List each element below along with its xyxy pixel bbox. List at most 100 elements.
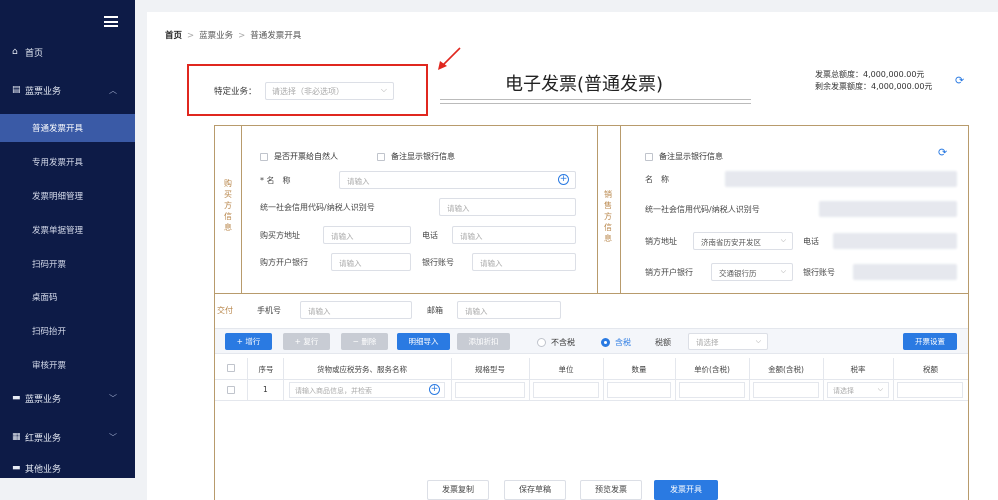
select-value: 交通银行历 [719, 269, 757, 278]
add-icon[interactable]: + [558, 174, 569, 185]
tax-excluded-radio[interactable]: 不含税 [537, 337, 575, 348]
placeholder: 请输入 [347, 177, 370, 186]
buyer-bank-label: 购方开户银行 [260, 258, 308, 267]
radio-label: 不含税 [551, 338, 575, 347]
unit-price-input[interactable] [679, 382, 745, 398]
buyer-address-label: 购买方地址 [260, 231, 300, 240]
unit-input[interactable] [533, 382, 599, 398]
row-index: 1 [263, 385, 268, 394]
sidebar-item-label: 发票单据管理 [32, 226, 84, 236]
card-icon: ▬ [12, 393, 21, 403]
copy-invoice-button[interactable]: 发票复制 [427, 480, 489, 500]
sidebar-item-scan-raise[interactable]: 扫码抬开 [0, 317, 135, 345]
sidebar-item-scan-issue[interactable]: 扫码开票 [0, 250, 135, 278]
placeholder: 请选择 [833, 387, 854, 395]
amount-input[interactable] [753, 382, 819, 398]
breadcrumb-home[interactable]: 首页 [165, 31, 182, 41]
chevron-up-icon: ︿ [109, 85, 117, 95]
buyer-phone-label: 电话 [422, 231, 438, 240]
seller-credit-label: 统一社会信用代码/纳税人识别号 [645, 205, 760, 214]
item-name-input[interactable]: 请输入商品信息，并检索 + [289, 382, 445, 398]
sidebar-item-blue-business[interactable]: ▬ 蓝票业务 ﹀ [0, 384, 135, 412]
col-header: 税率 [850, 365, 866, 374]
sidebar-item-detail-mgmt[interactable]: 发票明细管理 [0, 182, 135, 210]
row-tax-rate-select[interactable]: 请选择 ⌵ [827, 382, 889, 398]
buyer-address-input[interactable]: 请输入 [323, 226, 411, 244]
invoice-settings-button[interactable]: 开票设置 [903, 333, 957, 350]
sidebar-item-general-invoice[interactable]: 普通发票开具 [0, 114, 135, 142]
import-details-button[interactable]: 明细导入 [397, 333, 450, 350]
chevron-down-icon: ﹀ [109, 393, 117, 403]
select-value: 济南省历安开发区 [701, 238, 761, 247]
refresh-icon[interactable]: ⟳ [938, 146, 947, 159]
breadcrumb-blue[interactable]: 蓝票业务 [199, 31, 233, 41]
radio-label: 含税 [615, 338, 631, 347]
seller-address-select[interactable]: 济南省历安开发区 ⌵ [693, 232, 793, 250]
sidebar-item-label: 普通发票开具 [32, 124, 84, 134]
refresh-icon[interactable]: ⟳ [955, 74, 964, 87]
special-business-select[interactable]: 请选择（非必选项） ⌵ [265, 82, 394, 100]
sidebar-item-label: 发票明细管理 [32, 192, 84, 202]
sidebar-item-review[interactable]: 审核开票 [0, 351, 135, 379]
col-header: 税额 [923, 365, 938, 374]
row-checkbox[interactable] [227, 386, 235, 394]
special-business-placeholder: 请选择（非必选项） [272, 87, 344, 96]
tax-included-radio[interactable]: 含税 [601, 337, 631, 348]
invoice-icon: ▤ [12, 85, 21, 95]
spec-input[interactable] [455, 382, 525, 398]
buyer-credit-input[interactable]: 请输入 [439, 198, 576, 216]
buyer-bank-remark-checkbox[interactable]: 备注显示银行信息 [377, 151, 455, 162]
placeholder: 请选择 [696, 338, 719, 347]
annotation-arrow-icon [438, 47, 461, 70]
save-draft-button[interactable]: 保存草稿 [504, 480, 566, 500]
buyer-credit-label: 统一社会信用代码/纳税人识别号 [260, 203, 375, 212]
add-row-button[interactable]: + 增行 [225, 333, 272, 350]
select-all-checkbox[interactable] [227, 364, 235, 372]
sidebar-item-desk-code[interactable]: 桌面码 [0, 283, 135, 311]
chevron-down-icon: ⌵ [780, 267, 786, 275]
doc-icon: ▦ [12, 432, 21, 442]
seller-name-value [725, 171, 957, 187]
copy-row-button[interactable]: + 复行 [283, 333, 330, 350]
delivery-phone-label: 手机号 [257, 306, 281, 315]
seller-phone-value [833, 233, 957, 249]
buyer-account-input[interactable]: 请输入 [472, 253, 576, 271]
delete-row-button[interactable]: − 删除 [341, 333, 388, 350]
sidebar-item-blue-invoice[interactable]: ▤ 蓝票业务 ︿ [0, 76, 135, 104]
natural-person-checkbox[interactable]: 是否开票给自然人 [260, 151, 338, 162]
issue-invoice-button[interactable]: 发票开具 [654, 480, 718, 500]
divider [620, 126, 621, 293]
buyer-name-input[interactable]: 请输入 + [339, 171, 576, 189]
quantity-input[interactable] [607, 382, 671, 398]
seller-bank-label: 销方开户银行 [645, 268, 693, 277]
seller-bank-select[interactable]: 交通银行历 ⌵ [711, 263, 793, 281]
special-business-label: 特定业务： [214, 87, 257, 97]
sidebar-item-special-invoice[interactable]: 专用发票开具 [0, 148, 135, 176]
chevron-down-icon: ⌵ [780, 236, 786, 244]
sidebar-item-label: 扫码抬开 [32, 327, 67, 337]
add-discount-button[interactable]: 添加折扣 [457, 333, 510, 350]
buyer-bank-input[interactable]: 请输入 [331, 253, 411, 271]
sidebar-item-label: 审核开票 [32, 361, 67, 371]
sidebar-item-doc-mgmt[interactable]: 发票单据管理 [0, 216, 135, 244]
placeholder: 请输入 [308, 307, 331, 316]
sidebar-item-label: 首页 [25, 48, 44, 59]
seller-bank-remark-checkbox[interactable]: 备注显示银行信息 [645, 151, 723, 162]
delivery-email-input[interactable]: 请输入 [457, 301, 561, 319]
tax-amount-input[interactable] [897, 382, 963, 398]
sidebar-item-red-business[interactable]: ▦ 红票业务 ﹀ [0, 423, 135, 451]
buyer-phone-input[interactable]: 请输入 [452, 226, 576, 244]
tax-rate-select[interactable]: 请选择 ⌵ [688, 333, 768, 350]
delivery-phone-input[interactable]: 请输入 [300, 301, 412, 319]
sidebar-item-home[interactable]: ⌂ 首页 [0, 38, 135, 66]
seller-account-label: 银行账号 [803, 268, 835, 277]
col-header: 货物或应税劳务、服务名称 [317, 365, 407, 374]
col-header: 数量 [631, 365, 647, 374]
add-icon[interactable]: + [429, 384, 440, 395]
preview-invoice-button[interactable]: 预览发票 [580, 480, 642, 500]
sidebar-item-label: 扫码开票 [32, 260, 67, 270]
col-header: 序号 [258, 365, 274, 374]
buyer-name-label: * 名 称 [260, 176, 291, 185]
menu-toggle-icon[interactable] [104, 16, 118, 27]
checkbox-label: 备注显示银行信息 [659, 152, 723, 161]
